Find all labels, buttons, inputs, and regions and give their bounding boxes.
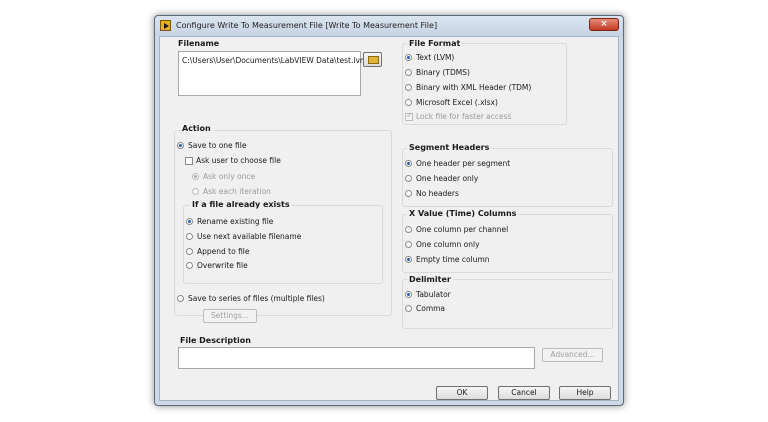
title-bar[interactable]: Configure Write To Measurement File [Wri… xyxy=(155,16,623,36)
format-text-lvm-label: Text (LVM) xyxy=(416,53,455,62)
file-format-heading: File Format xyxy=(407,39,463,48)
window-title: Configure Write To Measurement File [Wri… xyxy=(176,21,438,30)
save-one-file-radio[interactable] xyxy=(177,142,184,149)
format-text-lvm-radio[interactable] xyxy=(405,54,412,61)
segment-headers-heading: Segment Headers xyxy=(407,143,492,152)
save-series-radio[interactable] xyxy=(177,295,184,302)
one-column-per-channel-radio[interactable] xyxy=(405,226,412,233)
ask-only-once-radio[interactable] xyxy=(192,173,199,180)
dialog-window: Configure Write To Measurement File [Wri… xyxy=(154,15,624,406)
comma-label: Comma xyxy=(416,304,446,313)
help-button[interactable]: Help xyxy=(559,386,611,400)
no-headers-label: No headers xyxy=(416,189,459,198)
labview-app-icon xyxy=(160,20,171,31)
one-column-per-channel-label: One column per channel xyxy=(416,225,509,234)
lock-file-checkbox[interactable] xyxy=(405,111,413,121)
ask-each-iteration-radio[interactable] xyxy=(192,188,199,195)
use-next-filename-label: Use next available filename xyxy=(197,232,302,241)
rename-existing-radio[interactable] xyxy=(186,218,193,225)
append-to-file-radio[interactable] xyxy=(186,248,193,255)
one-header-only-label: One header only xyxy=(416,174,479,183)
action-heading: Action xyxy=(180,124,213,133)
ask-only-once-label: Ask only once xyxy=(203,172,256,181)
filename-field[interactable]: C:\Users\User\Documents\LabVIEW Data\tes… xyxy=(178,51,367,96)
empty-time-column-label: Empty time column xyxy=(416,255,490,264)
tabulator-radio[interactable] xyxy=(405,291,412,298)
filename-value: C:\Users\User\Documents\LabVIEW Data\tes… xyxy=(182,56,368,65)
format-binary-tdms-label: Binary (TDMS) xyxy=(416,68,470,77)
delimiter-heading: Delimiter xyxy=(407,275,453,284)
ask-each-iteration-label: Ask each iteration xyxy=(203,187,271,196)
ask-user-checkbox[interactable] xyxy=(185,157,193,165)
x-value-columns-heading: X Value (Time) Columns xyxy=(407,209,519,218)
close-button[interactable]: × xyxy=(589,18,619,31)
overwrite-file-label: Overwrite file xyxy=(197,261,248,270)
format-binary-xml-radio[interactable] xyxy=(405,84,412,91)
dialog-body: Filename C:\Users\User\Documents\LabVIEW… xyxy=(159,36,619,401)
one-column-only-radio[interactable] xyxy=(405,241,412,248)
format-binary-tdms-radio[interactable] xyxy=(405,69,412,76)
browse-button[interactable] xyxy=(363,52,382,67)
save-series-label: Save to series of files (multiple files) xyxy=(188,294,325,303)
folder-open-icon xyxy=(368,56,379,64)
format-excel-radio[interactable] xyxy=(405,99,412,106)
file-exists-heading: If a file already exists xyxy=(190,200,292,209)
file-description-heading: File Description xyxy=(180,336,251,345)
save-one-file-label: Save to one file xyxy=(188,141,247,150)
file-description-field[interactable] xyxy=(178,347,535,369)
one-header-per-segment-radio[interactable] xyxy=(405,160,412,167)
one-header-only-radio[interactable] xyxy=(405,175,412,182)
filename-heading: Filename xyxy=(178,39,220,48)
advanced-button[interactable]: Advanced... xyxy=(542,348,603,362)
rename-existing-label: Rename existing file xyxy=(197,217,274,226)
settings-button[interactable]: Settings... xyxy=(203,309,257,323)
format-excel-label: Microsoft Excel (.xlsx) xyxy=(416,98,498,107)
comma-radio[interactable] xyxy=(405,305,412,312)
lock-file-label: Lock file for faster access xyxy=(416,112,512,121)
use-next-filename-radio[interactable] xyxy=(186,233,193,240)
append-to-file-label: Append to file xyxy=(197,247,250,256)
overwrite-file-radio[interactable] xyxy=(186,262,193,269)
one-header-per-segment-label: One header per segment xyxy=(416,159,511,168)
format-binary-xml-label: Binary with XML Header (TDM) xyxy=(416,83,532,92)
no-headers-radio[interactable] xyxy=(405,190,412,197)
ask-user-label: Ask user to choose file xyxy=(196,156,281,165)
cancel-button[interactable]: Cancel xyxy=(498,386,550,400)
tabulator-label: Tabulator xyxy=(416,290,451,299)
one-column-only-label: One column only xyxy=(416,240,480,249)
empty-time-column-radio[interactable] xyxy=(405,256,412,263)
ok-button[interactable]: OK xyxy=(436,386,488,400)
